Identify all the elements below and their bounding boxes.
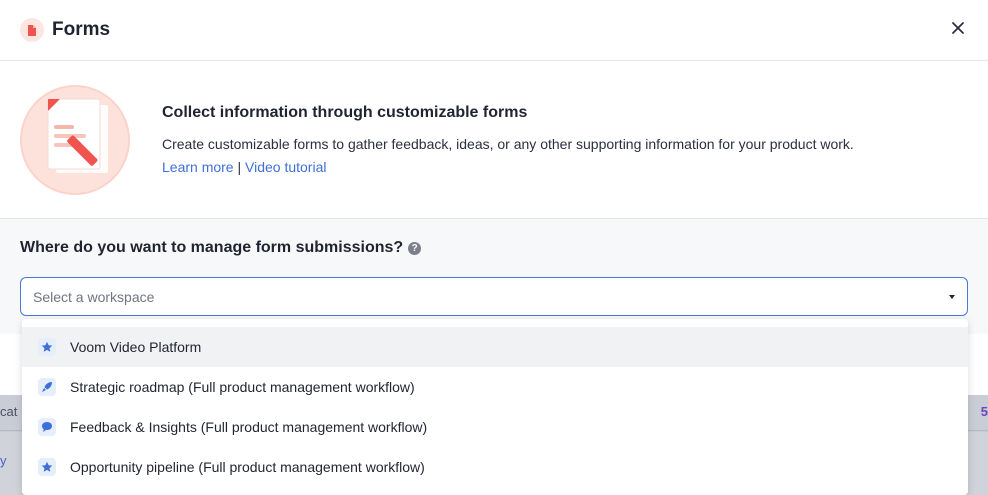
forms-illustration-icon <box>20 84 130 195</box>
modal-title: Forms <box>52 19 111 40</box>
learn-more-link[interactable]: Learn more <box>162 159 234 175</box>
rocket-icon <box>38 378 56 396</box>
link-separator: | <box>237 159 242 175</box>
intro-links: Learn more | Video tutorial <box>162 159 854 175</box>
star-icon <box>38 338 56 356</box>
background-link: y <box>0 453 7 468</box>
dropdown-item-label: Feedback & Insights (Full product manage… <box>70 419 428 435</box>
dropdown-item-feedback-insights[interactable]: Feedback & Insights (Full product manage… <box>22 407 968 447</box>
manage-label: Where do you want to manage form submiss… <box>20 239 968 257</box>
dropdown-item-strategic-roadmap[interactable]: Strategic roadmap (Full product manageme… <box>22 367 968 407</box>
background-badge: 5 <box>980 404 988 419</box>
close-icon <box>952 22 964 34</box>
star-icon <box>38 458 56 476</box>
document-icon <box>20 18 44 42</box>
modal-header: Forms <box>0 0 988 61</box>
dropdown-item-opportunity-pipeline[interactable]: Opportunity pipeline (Full product manag… <box>22 447 968 487</box>
workspace-dropdown: Voom Video Platform Strategic roadmap (F… <box>22 319 968 495</box>
manage-section: Where do you want to manage form submiss… <box>0 219 988 334</box>
dropdown-item-label: Opportunity pipeline (Full product manag… <box>70 459 425 475</box>
video-tutorial-link[interactable]: Video tutorial <box>245 159 326 175</box>
manage-label-text: Where do you want to manage form submiss… <box>20 239 404 256</box>
workspace-select[interactable]: Select a workspace <box>20 277 968 316</box>
intro-description: Create customizable forms to gather feed… <box>162 136 854 152</box>
dropdown-item-label: Voom Video Platform <box>70 339 202 355</box>
intro-section: Collect information through customizable… <box>0 61 988 219</box>
caret-down-icon <box>949 295 955 299</box>
dropdown-item-label: Strategic roadmap (Full product manageme… <box>70 379 415 395</box>
close-button[interactable] <box>948 18 968 38</box>
dropdown-item-voom-video-platform[interactable]: Voom Video Platform <box>22 327 968 367</box>
intro-title: Collect information through customizable… <box>162 104 528 121</box>
help-icon[interactable]: ? <box>408 241 422 255</box>
background-text: cat <box>0 404 18 419</box>
workspace-select-placeholder: Select a workspace <box>33 288 155 305</box>
speech-bubble-icon <box>38 418 56 436</box>
